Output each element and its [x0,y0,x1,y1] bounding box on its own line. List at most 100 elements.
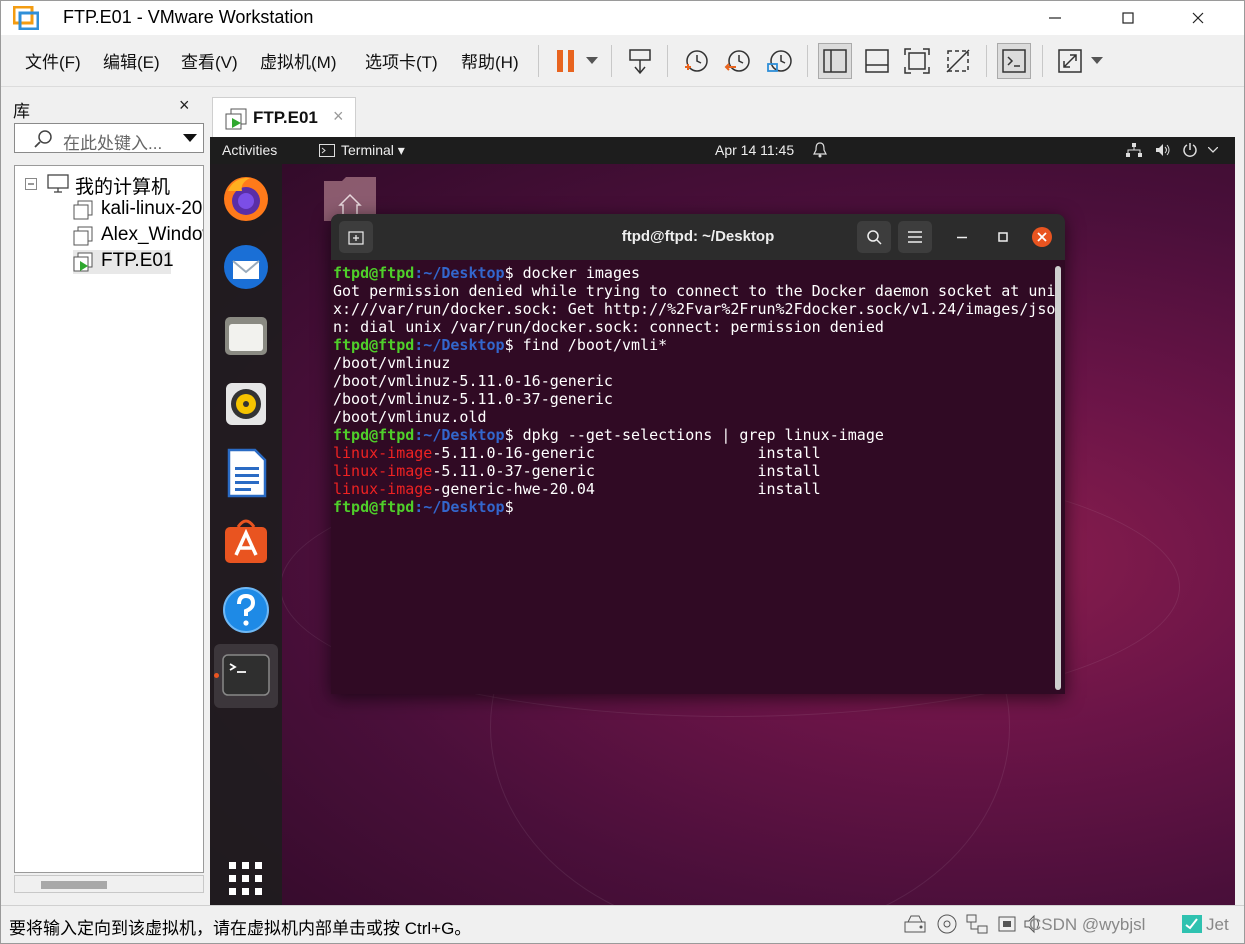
chevron-down-icon [1091,57,1103,64]
revert-snapshot-button[interactable] [721,43,755,79]
vm-running-icon [225,108,247,130]
terminal-icon[interactable] [220,650,272,702]
hard-disk-icon[interactable] [904,914,926,934]
network-adapter-icon[interactable] [966,914,988,934]
menu-edit[interactable]: 编辑(E) [103,48,160,73]
output-text: -generic-hwe-20.04 install [432,480,821,498]
firefox-icon[interactable] [220,173,272,225]
chevron-down-icon [586,57,598,64]
maximize-icon[interactable] [998,232,1008,242]
terminal-line: Got permission denied while trying to co… [333,282,1056,300]
software-center-icon[interactable] [220,515,272,567]
scrollbar-thumb[interactable] [41,881,107,889]
window-title: FTP.E01 - VMware Workstation [63,7,314,27]
stretch-button[interactable] [1053,43,1087,79]
clock[interactable]: Apr 14 11:45 [715,142,794,158]
prompt-path: :~/Desktop [414,426,505,444]
terminal-line: linux-image-5.11.0-16-generic install [333,444,1053,462]
vm-display[interactable]: Activities Terminal ▾ Apr 14 11:45 ftpd@… [210,137,1235,905]
terminal-output[interactable]: ftpd@ftpd:~/Desktop$ docker images Got pe… [333,264,1056,692]
fullscreen-button[interactable] [900,43,934,79]
menu-help[interactable]: 帮助(H) [461,48,519,73]
menu-file[interactable]: 文件(F) [25,48,81,73]
files-icon[interactable] [220,310,272,362]
library-close-icon[interactable]: × [179,95,190,116]
tab-label: FTP.E01 [253,108,318,127]
gnome-top-bar: Activities Terminal ▾ Apr 14 11:45 [210,137,1235,164]
menu-vm[interactable]: 虚拟机(M) [260,48,336,73]
usb-device-icon[interactable] [996,914,1018,934]
tab-ftp-e01[interactable]: FTP.E01 × [212,97,356,137]
output-text: -5.11.0-16-generic install [432,444,821,462]
hamburger-menu-button[interactable] [898,221,932,253]
watermark-text-2: Jet [1206,915,1229,934]
grep-match: linux-image [333,462,433,480]
menu-view[interactable]: 查看(V) [181,48,238,73]
computer-icon [47,174,69,193]
message-log-icon[interactable] [1181,914,1203,934]
close-button[interactable] [1175,1,1221,35]
terminal-scrollbar[interactable] [1055,266,1061,690]
toolbar-separator [1042,45,1043,77]
search-icon [867,230,882,245]
power-icon[interactable] [1182,142,1198,158]
snapshot-button[interactable] [679,43,713,79]
tree-item-label: FTP.E01 [101,250,174,271]
maximize-button[interactable] [1105,1,1151,35]
prompt-user: ftpd@ftpd [333,336,415,354]
send-ctrl-alt-del-button[interactable] [623,43,657,79]
stretch-dropdown[interactable] [1087,43,1107,79]
terminal-line: n: dial unix /var/run/docker.sock: conne… [333,318,884,336]
command-text: $ find /boot/vmli* [504,336,668,354]
snapshot-icon [685,50,708,72]
show-applications-icon[interactable] [220,853,272,905]
library-search-input[interactable]: 在此处键入... [14,123,204,153]
terminal-line: ftpd@ftpd:~/Desktop$ docker images [333,264,1053,282]
console-view-button[interactable] [997,43,1031,79]
snapshot-manager-button[interactable] [763,43,797,79]
show-library-button[interactable] [818,43,852,79]
tab-close-icon[interactable]: × [333,106,344,127]
vm-running-icon [73,252,93,272]
status-bar: 要将输入定向到该虚拟机，请在虚拟机内部单击或按 Ctrl+G。 CSDN @wy… [1,905,1244,943]
collapse-icon[interactable] [25,178,37,190]
minimize-icon[interactable] [957,236,967,239]
search-button[interactable] [857,221,891,253]
tree-item-vm-selected[interactable]: FTP.E01 [73,250,174,274]
command-text: $ dpkg --get-selections | grep linux-ima… [504,426,884,444]
ubuntu-dock [210,164,282,905]
thumbnail-bar-button[interactable] [860,43,894,79]
unity-icon [946,49,970,73]
rhythmbox-icon[interactable] [220,378,272,430]
network-icon[interactable] [1126,143,1142,157]
pause-dropdown[interactable] [581,43,603,79]
unity-mode-button[interactable] [941,43,975,79]
chevron-down-icon[interactable] [1208,147,1218,153]
snapshot-manager-icon [767,50,792,72]
volume-icon[interactable] [1155,143,1171,157]
prompt-user: ftpd@ftpd [333,498,415,516]
pause-button[interactable] [549,43,583,79]
library-tree: 我的计算机 kali-linux-2021 Alex_Windows FTP.E… [14,165,204,873]
chevron-down-icon[interactable] [183,134,197,143]
grep-match: linux-image [333,444,433,462]
terminal-line: /boot/vmlinuz.old [333,408,487,426]
terminal-window[interactable]: ftpd@ftpd: ~/Desktop ftpd@ftpd:~/Desktop… [331,214,1065,694]
menu-toolbar: 文件(F) 编辑(E) 查看(V) 虚拟机(M) 选项卡(T) 帮助(H) [1,35,1244,87]
close-icon[interactable] [1032,227,1052,247]
thunderbird-icon[interactable] [220,241,272,293]
library-horizontal-scrollbar[interactable] [14,875,204,893]
pause-icon [557,50,574,72]
output-text: -5.11.0-37-generic install [432,462,821,480]
help-icon[interactable] [220,584,272,636]
minimize-button[interactable] [1032,1,1078,35]
app-menu-terminal[interactable]: Terminal ▾ [341,142,405,159]
menu-tabs[interactable]: 选项卡(T) [365,48,438,73]
activities-button[interactable]: Activities [222,142,277,158]
cd-dvd-icon[interactable] [936,914,958,934]
library-view-icon [823,49,847,73]
search-icon [34,130,52,148]
libreoffice-writer-icon[interactable] [220,447,272,499]
vm-icon [73,226,93,246]
fullscreen-icon [904,48,930,74]
